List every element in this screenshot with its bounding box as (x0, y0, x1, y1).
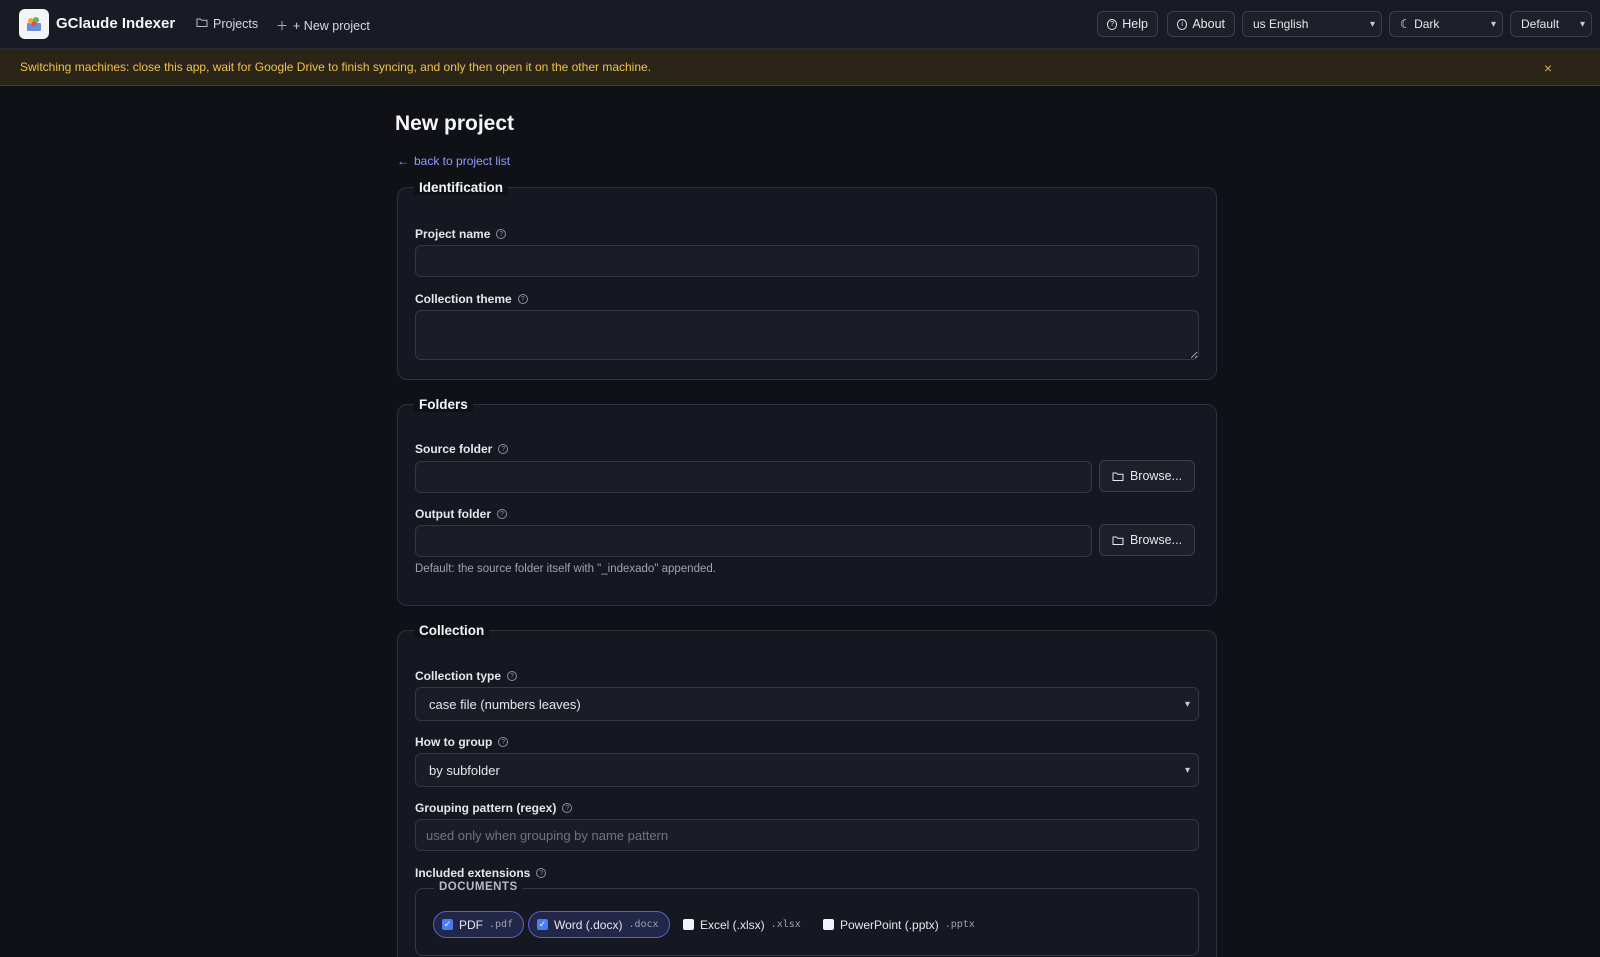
language-select[interactable]: us English ▾ (1242, 11, 1382, 37)
project-name-label: Project name ? (415, 227, 507, 241)
preset-select[interactable]: Default ▾ (1510, 11, 1592, 37)
chevron-down-icon: ▾ (1184, 698, 1190, 710)
extension-label: PDF (459, 917, 483, 932)
grouping-pattern-input[interactable] (415, 819, 1199, 851)
help-button[interactable]: ? Help (1097, 11, 1158, 37)
chevron-down-icon: ▾ (1369, 18, 1375, 30)
source-folder-label: Source folder ? (415, 442, 509, 456)
output-folder-hint: Default: the source folder itself with "… (415, 563, 716, 575)
how-to-group-value: by subfolder (429, 762, 500, 778)
chevron-down-icon: ▾ (1579, 18, 1585, 30)
project-name-input[interactable] (415, 245, 1199, 277)
checkbox-unchecked-icon[interactable] (683, 919, 694, 930)
included-extensions-label: Included extensions ? (415, 866, 547, 880)
close-icon[interactable]: × (1544, 60, 1552, 76)
help-icon[interactable]: ? (496, 509, 507, 519)
identification-section: Identification Project name ? Collection… (397, 180, 1217, 380)
back-to-project-list-link[interactable]: ← back to project list (397, 154, 510, 168)
nav-new-project-label: + New project (293, 18, 370, 33)
top-bar: GClaude Indexer Projects ＋ + New project… (0, 0, 1600, 49)
theme-select-value: ☾ Dark (1400, 17, 1440, 31)
how-to-group-select[interactable]: by subfolder ▾ (415, 753, 1199, 787)
help-button-label: Help (1122, 17, 1148, 31)
help-icon[interactable]: ? (536, 868, 547, 878)
collection-section: Collection Collection type ? case file (… (397, 623, 1217, 957)
language-select-value: us English (1253, 17, 1309, 31)
project-name-label-text: Project name (415, 227, 491, 241)
documents-legend: DOCUMENTS (434, 881, 523, 893)
extension-chip-pdf[interactable]: ✓ PDF .pdf (433, 911, 525, 938)
arrow-left-icon: ← (397, 154, 409, 168)
help-icon[interactable]: ? (496, 229, 507, 239)
help-icon[interactable]: ? (498, 444, 509, 454)
collection-theme-label-text: Collection theme (415, 292, 512, 306)
folders-section: Folders Source folder ? Browse... Output… (397, 397, 1217, 606)
help-icon[interactable]: ? (562, 803, 573, 813)
checkbox-checked-icon[interactable]: ✓ (537, 919, 548, 930)
output-folder-label: Output folder ? (415, 507, 507, 521)
source-folder-label-text: Source folder (415, 442, 493, 456)
extension-suffix: .pptx (944, 919, 975, 930)
nav-new-project[interactable]: ＋ + New project (276, 17, 370, 34)
back-link-label: back to project list (414, 154, 511, 168)
banner-text: Switching machines: close this app, wait… (20, 60, 652, 74)
help-icon[interactable]: ? (517, 294, 528, 304)
grouping-pattern-label-text: Grouping pattern (regex) (415, 801, 557, 815)
checkbox-checked-icon[interactable]: ✓ (442, 919, 453, 930)
collection-theme-label: Collection theme ? (415, 292, 528, 306)
extension-chip-docx[interactable]: ✓ Word (.docx) .docx (528, 911, 670, 938)
about-button[interactable]: i About (1167, 11, 1235, 37)
collection-type-label-text: Collection type (415, 669, 502, 683)
identification-legend: Identification (414, 180, 508, 195)
folder-icon (1112, 472, 1124, 481)
source-browse-label: Browse... (1129, 469, 1183, 483)
nav-projects-label: Projects (213, 17, 259, 31)
extension-label: Word (.docx) (554, 917, 623, 932)
output-folder-input[interactable] (415, 525, 1092, 557)
collection-type-select[interactable]: case file (numbers leaves) ▾ (415, 687, 1199, 721)
collection-type-label: Collection type ? (415, 669, 518, 683)
collection-type-value: case file (numbers leaves) (429, 696, 581, 712)
extension-suffix: .xlsx (770, 919, 801, 930)
source-folder-input[interactable] (415, 461, 1092, 493)
included-extensions-label-text: Included extensions (415, 866, 531, 880)
sync-warning-banner: Switching machines: close this app, wait… (0, 49, 1600, 86)
extension-suffix: .docx (628, 919, 659, 930)
extension-label: Excel (.xlsx) (700, 917, 765, 932)
source-browse-button[interactable]: Browse... (1099, 460, 1195, 492)
about-button-label: About (1192, 17, 1225, 31)
collection-theme-textarea[interactable] (415, 310, 1199, 360)
folder-icon (196, 17, 208, 31)
grouping-pattern-label: Grouping pattern (regex) ? (415, 801, 573, 815)
extension-chip-pptx[interactable]: PowerPoint (.pptx) .pptx (814, 911, 986, 938)
info-icon: i (1177, 18, 1188, 30)
help-icon[interactable]: ? (498, 737, 509, 747)
output-browse-label: Browse... (1129, 533, 1183, 547)
theme-select[interactable]: ☾ Dark ▾ (1389, 11, 1503, 37)
nav-projects[interactable]: Projects (196, 17, 258, 31)
collection-legend: Collection (414, 623, 490, 638)
extension-suffix: .pdf (489, 919, 514, 930)
output-folder-label-text: Output folder (415, 507, 491, 521)
folders-legend: Folders (414, 397, 473, 412)
how-to-group-label-text: How to group (415, 735, 493, 749)
how-to-group-label: How to group ? (415, 735, 509, 749)
help-icon[interactable]: ? (507, 671, 518, 681)
plus-icon: ＋ (276, 19, 289, 33)
app-title[interactable]: GClaude Indexer (56, 15, 175, 32)
chevron-down-icon: ▾ (1184, 764, 1190, 776)
preset-select-value: Default (1521, 17, 1560, 31)
output-browse-button[interactable]: Browse... (1099, 524, 1195, 556)
checkbox-unchecked-icon[interactable] (823, 919, 834, 930)
extension-chip-xlsx[interactable]: Excel (.xlsx) .xlsx (674, 911, 812, 938)
folder-icon (1112, 536, 1124, 545)
app-logo-icon[interactable] (19, 9, 49, 39)
extension-label: PowerPoint (.pptx) (840, 917, 939, 932)
help-circle-icon: ? (1107, 18, 1118, 30)
documents-group: DOCUMENTS ✓ PDF .pdf ✓ Word (.docx) .doc… (415, 881, 1199, 956)
chevron-down-icon: ▾ (1490, 18, 1496, 30)
page-title: New project (395, 112, 515, 135)
